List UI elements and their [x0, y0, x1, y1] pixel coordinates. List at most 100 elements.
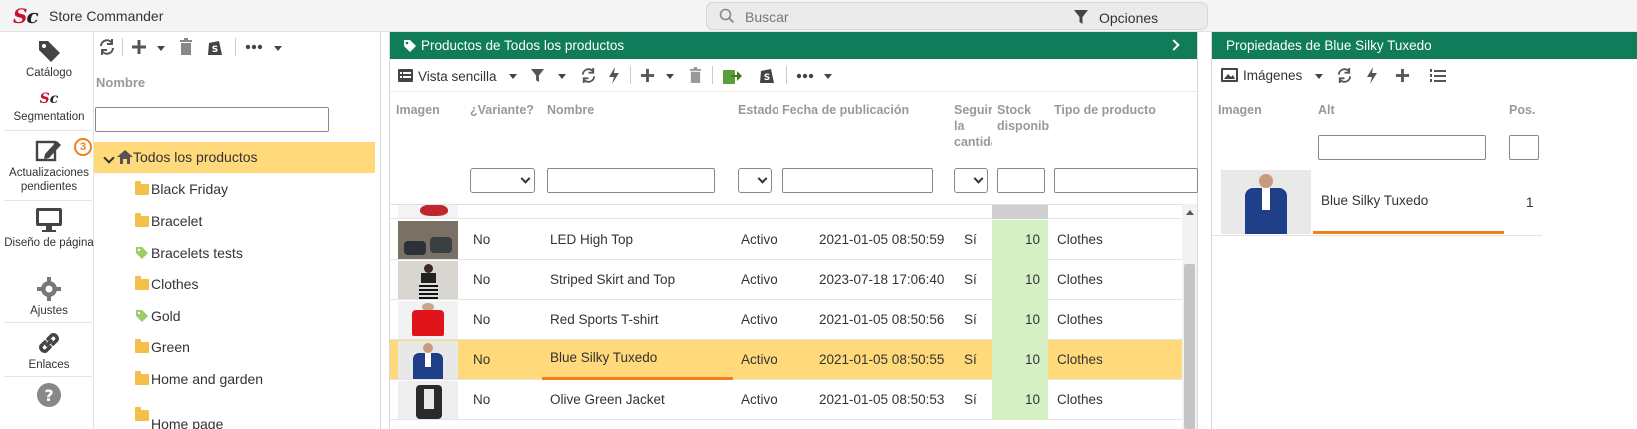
lightning-icon[interactable]	[1366, 67, 1378, 84]
table-row[interactable]: No LED High Top Activo 2021-01-05 08:50:…	[390, 220, 1182, 260]
alt-filter-input[interactable]	[1318, 135, 1486, 160]
name-cell[interactable]: Blue Silky Tuxedo	[550, 350, 730, 365]
scrollbar-thumb[interactable]	[1184, 264, 1195, 429]
properties-tab-caret[interactable]	[1315, 74, 1323, 79]
tree-item-all-products[interactable]: Todos los productos	[94, 142, 375, 173]
stock-cell[interactable]: 10	[992, 380, 1048, 420]
shopify-icon[interactable]: S	[207, 38, 223, 56]
add-icon[interactable]	[1395, 68, 1410, 83]
name-cell[interactable]: Olive Green Jacket	[550, 392, 730, 407]
status-cell[interactable]: Activo	[741, 232, 777, 247]
date-cell[interactable]: 2021-01-05 08:50:56	[819, 312, 944, 327]
name-cell[interactable]: LED High Top	[550, 232, 730, 247]
table-row[interactable]: No Red Sports T-shirt Activo 2021-01-05 …	[390, 300, 1182, 340]
tree-filter-input[interactable]	[95, 107, 329, 132]
track-cell[interactable]: Sí	[964, 312, 977, 327]
type-cell[interactable]: Clothes	[1057, 392, 1103, 407]
col-header-name[interactable]: Nombre	[547, 102, 647, 118]
track-cell[interactable]: Sí	[964, 392, 977, 407]
properties-tab-select[interactable]: Imágenes	[1243, 68, 1302, 83]
col-header-status[interactable]: Estado	[738, 102, 778, 118]
name-cell[interactable]: Striped Skirt and Top	[550, 272, 730, 287]
status-cell[interactable]: Activo	[741, 272, 777, 287]
date-cell[interactable]: 2021-01-05 08:50:59	[819, 232, 944, 247]
tree-item[interactable]: Gold	[94, 301, 375, 332]
type-cell[interactable]: Clothes	[1057, 272, 1103, 287]
nav-page-design[interactable]: Diseño de página	[4, 206, 94, 250]
position-cell[interactable]: 1	[1526, 195, 1534, 210]
stock-cell[interactable]: 10	[992, 260, 1048, 300]
more-icon[interactable]	[245, 44, 263, 50]
shopify-icon[interactable]: S	[759, 66, 775, 84]
col-header-alt[interactable]: Alt	[1318, 102, 1335, 118]
products-scrollbar[interactable]	[1182, 204, 1197, 429]
refresh-icon[interactable]	[98, 38, 116, 56]
alt-cell[interactable]: Blue Silky Tuxedo	[1321, 193, 1428, 208]
date-cell[interactable]: 2021-01-05 08:50:55	[819, 352, 944, 367]
app-logo[interactable]: Sc	[13, 4, 39, 28]
nav-links[interactable]: Enlaces	[4, 330, 94, 372]
tree-item[interactable]: Home and garden	[94, 364, 375, 395]
tree-item[interactable]: Bracelets tests	[94, 238, 375, 269]
trash-icon[interactable]	[689, 67, 702, 84]
table-row[interactable]	[390, 205, 1182, 219]
nav-help[interactable]: ?	[4, 382, 94, 410]
tree-item[interactable]: Home page	[94, 396, 375, 429]
type-filter-input[interactable]	[1054, 168, 1198, 193]
stock-filter-input[interactable]	[997, 168, 1045, 193]
lightning-icon[interactable]	[608, 67, 620, 84]
search-input[interactable]: Buscar	[745, 9, 789, 25]
nav-segmentation[interactable]: Sc Segmentation	[4, 92, 94, 124]
nav-catalog[interactable]: Catálogo	[4, 38, 94, 80]
status-cell[interactable]: Activo	[741, 312, 777, 327]
col-header-stock[interactable]: Stock disponible	[997, 102, 1049, 136]
scroll-up-arrow[interactable]	[1186, 210, 1194, 215]
col-header-product-type[interactable]: Tipo de producto	[1054, 102, 1194, 118]
add-icon[interactable]	[131, 38, 147, 56]
chevron-right-icon[interactable]	[1168, 39, 1180, 51]
nav-settings[interactable]: Ajustes	[4, 276, 94, 318]
stock-cell[interactable]: 10	[992, 340, 1048, 380]
status-cell[interactable]: Activo	[741, 352, 777, 367]
more-dropdown-caret[interactable]	[824, 74, 832, 79]
date-cell[interactable]: 2021-01-05 08:50:53	[819, 392, 944, 407]
tree-item[interactable]: Clothes	[94, 269, 375, 300]
type-cell[interactable]: Clothes	[1057, 352, 1103, 367]
tree-item[interactable]: Black Friday	[94, 174, 375, 205]
name-filter-input[interactable]	[547, 168, 715, 193]
tree-item[interactable]: Green	[94, 332, 375, 363]
col-header-image[interactable]: Imagen	[396, 102, 456, 118]
table-row[interactable]: No Striped Skirt and Top Activo 2023-07-…	[390, 260, 1182, 300]
trash-icon[interactable]	[179, 38, 193, 56]
view-mode-caret[interactable]	[509, 74, 517, 79]
export-icon[interactable]	[722, 66, 742, 85]
filter-dropdown-caret[interactable]	[558, 74, 566, 79]
col-header-track-qty[interactable]: Seguir la cantidad	[954, 102, 992, 152]
type-cell[interactable]: Clothes	[1057, 232, 1103, 247]
image-row[interactable]: Blue Silky Tuxedo 1	[1212, 169, 1542, 236]
col-header-image[interactable]: Imagen	[1218, 102, 1262, 118]
status-cell[interactable]: Activo	[741, 392, 777, 407]
table-row[interactable]: No Olive Green Jacket Activo 2021-01-05 …	[390, 380, 1182, 420]
nav-pending-updates[interactable]: 3 Actualizaciones pendientes	[4, 138, 94, 194]
type-cell[interactable]: Clothes	[1057, 312, 1103, 327]
date-cell[interactable]: 2023-07-18 17:06:40	[819, 272, 944, 287]
ordered-list-icon[interactable]	[1430, 68, 1446, 83]
more-icon[interactable]	[796, 73, 814, 79]
date-filter-input[interactable]	[782, 168, 933, 193]
filter-icon[interactable]	[530, 68, 545, 83]
col-header-publish-date[interactable]: Fecha de publicación	[782, 102, 952, 118]
position-filter-input[interactable]	[1509, 135, 1539, 160]
track-cell[interactable]: Sí	[964, 232, 977, 247]
table-row-selected[interactable]: No Blue Silky Tuxedo Activo 2021-01-05 0…	[390, 340, 1182, 380]
stock-cell[interactable]	[992, 205, 1048, 219]
chevron-down-icon[interactable]	[103, 152, 115, 164]
search-bar[interactable]: Buscar Opciones	[706, 2, 1208, 30]
name-cell[interactable]: Red Sports T-shirt	[550, 312, 730, 327]
add-dropdown-caret[interactable]	[157, 46, 165, 51]
col-header-position[interactable]: Pos.	[1509, 102, 1535, 118]
refresh-icon[interactable]	[1336, 67, 1353, 84]
stock-cell[interactable]: 10	[992, 220, 1048, 260]
track-filter-select[interactable]	[954, 168, 988, 193]
view-mode-select[interactable]: Vista sencilla	[418, 69, 497, 84]
